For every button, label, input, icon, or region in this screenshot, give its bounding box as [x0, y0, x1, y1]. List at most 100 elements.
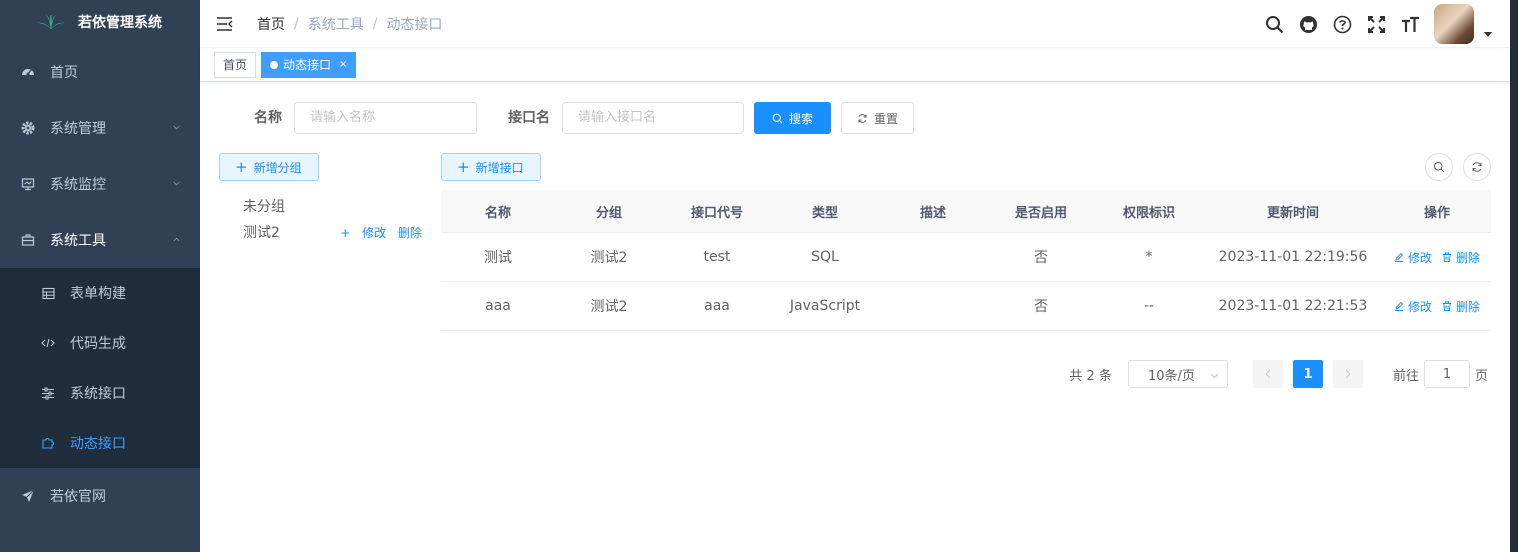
- table-row[interactable]: aaa 测试2 aaa JavaScript 否 -- 2023-11-01 2…: [441, 282, 1491, 331]
- name-input[interactable]: 请输入名称: [294, 102, 477, 134]
- sidebar-item-label: 系统管理: [50, 121, 106, 137]
- caret-down-icon[interactable]: [1484, 31, 1492, 37]
- cell-permission: *: [1145, 249, 1153, 265]
- api-name-input[interactable]: 请输入接口名: [562, 102, 744, 134]
- cell-description: [879, 282, 987, 330]
- tree-node-test2[interactable]: 测试2 + 修改 删除: [243, 220, 428, 246]
- search-button-label: 搜索: [788, 111, 813, 126]
- sidebar-item-system-api[interactable]: 系统接口: [0, 368, 200, 418]
- tag-dynamic-api[interactable]: 动态接口 ×: [261, 52, 357, 78]
- delete-button[interactable]: 删除: [1442, 249, 1480, 266]
- search-form: 名称 请输入名称 接口名 请输入接口名 搜索 重置: [200, 102, 1510, 134]
- breadcrumb-home[interactable]: 首页: [257, 14, 285, 34]
- refresh-button[interactable]: [1463, 153, 1491, 181]
- plus-icon: +: [235, 157, 248, 176]
- edit-button[interactable]: 修改: [1394, 249, 1432, 266]
- font-size-icon[interactable]: [1400, 14, 1420, 34]
- tags-view: 首页 动态接口 ×: [200, 49, 1510, 82]
- sidebar-item-system[interactable]: 系统管理: [0, 100, 200, 156]
- cell-actions: 修改 删除: [1383, 233, 1491, 281]
- form-icon: [40, 285, 56, 301]
- code-icon: [40, 335, 56, 351]
- sidebar-item-form-builder[interactable]: 表单构建: [0, 268, 200, 318]
- sidebar: 若依管理系统 首页 系统管理 系统监控 系统工具 表单构建 代码生成 系统接口 …: [0, 0, 200, 552]
- breadcrumb-current: 动态接口: [386, 16, 443, 33]
- refresh-icon: [857, 113, 868, 124]
- cell-name: aaa: [485, 298, 511, 314]
- logo-icon: [37, 14, 65, 29]
- breadcrumb: 首页 / 系统工具 / 动态接口: [257, 14, 442, 34]
- sidebar-item-website[interactable]: 若依官网: [0, 468, 200, 524]
- monitor-icon: [20, 176, 36, 192]
- help-icon[interactable]: [1332, 14, 1352, 34]
- cell-code: test: [703, 249, 731, 265]
- edit-group-button[interactable]: 修改: [362, 226, 386, 240]
- edit-button[interactable]: 修改: [1394, 298, 1432, 315]
- search-icon[interactable]: [1264, 14, 1284, 34]
- edit-icon: [1394, 301, 1404, 311]
- breadcrumb-separator: /: [294, 15, 299, 32]
- tag-home[interactable]: 首页: [214, 52, 257, 78]
- tree-node-label: 测试2: [243, 225, 280, 241]
- delete-label: 删除: [1456, 250, 1481, 265]
- search-button[interactable]: 搜索: [754, 102, 831, 134]
- delete-group-button[interactable]: 删除: [398, 226, 422, 240]
- github-icon[interactable]: [1298, 14, 1318, 34]
- tag-label: 首页: [223, 58, 248, 72]
- breadcrumb-separator: /: [372, 15, 378, 32]
- goto-label: 前往: [1392, 368, 1419, 384]
- navbar: 首页 / 系统工具 / 动态接口: [200, 0, 1510, 48]
- pagination-total: 共 2 条: [1069, 368, 1112, 384]
- breadcrumb-tools: 系统工具: [307, 16, 364, 33]
- page-button-current[interactable]: 1: [1292, 360, 1323, 388]
- page-size-value: 10条/页: [1147, 368, 1195, 384]
- close-icon[interactable]: ×: [339, 53, 347, 77]
- tree-node-ungrouped[interactable]: 未分组: [243, 194, 428, 220]
- reset-button[interactable]: 重置: [841, 102, 914, 134]
- cell-updated-time: 2023-11-01 22:21:53: [1218, 298, 1368, 314]
- sidebar-item-home[interactable]: 首页: [0, 44, 200, 100]
- add-api-label: 新增接口: [475, 160, 524, 175]
- sidebar-item-label: 代码生成: [70, 336, 126, 352]
- prev-page-button[interactable]: [1252, 360, 1283, 388]
- column-header: 描述: [919, 205, 946, 221]
- delete-button[interactable]: 删除: [1442, 298, 1480, 315]
- page-jumper: 前往 1 页: [1393, 360, 1488, 388]
- delete-label: 删除: [1456, 299, 1481, 314]
- reset-button-label: 重置: [873, 111, 898, 126]
- search-icon: [1433, 161, 1445, 173]
- column-header: 分组: [595, 205, 622, 221]
- tag-label: 动态接口: [283, 58, 332, 72]
- logo[interactable]: 若依管理系统: [0, 0, 200, 44]
- sidebar-item-codegen[interactable]: 代码生成: [0, 318, 200, 368]
- add-child-button[interactable]: +: [340, 226, 350, 240]
- app-title: 若依管理系统: [78, 15, 162, 31]
- cell-updated-time: 2023-11-01 22:19:56: [1218, 249, 1368, 265]
- refresh-icon: [1472, 162, 1482, 172]
- gear-icon: [20, 120, 36, 136]
- cell-type: JavaScript: [789, 298, 861, 314]
- toggle-search-button[interactable]: [1425, 153, 1453, 181]
- sidebar-item-label: 系统监控: [50, 177, 106, 193]
- sidebar-item-tools[interactable]: 系统工具: [0, 212, 200, 268]
- chevron-left-icon: [1265, 369, 1271, 379]
- add-api-button[interactable]: + 新增接口: [441, 153, 541, 181]
- api-table: 名称 分组 接口代号 类型 描述 是否启用 权限标识 更新时间 操作 测试 测试…: [441, 190, 1491, 331]
- hamburger-icon[interactable]: [216, 16, 233, 32]
- fullscreen-icon[interactable]: [1366, 14, 1386, 34]
- page-size-select[interactable]: 10条/页: [1127, 360, 1228, 388]
- table-row[interactable]: 测试 测试2 test SQL 否 * 2023-11-01 22:19:56 …: [441, 233, 1491, 282]
- goto-page-input[interactable]: 1: [1423, 360, 1470, 388]
- edit-icon: [1394, 252, 1404, 262]
- sidebar-item-label: 表单构建: [70, 286, 126, 302]
- add-group-button[interactable]: + 新增分组: [219, 153, 319, 181]
- next-page-button[interactable]: [1332, 360, 1363, 388]
- avatar[interactable]: [1434, 4, 1474, 44]
- sidebar-item-dynamic-api[interactable]: 动态接口: [0, 418, 200, 468]
- submenu-tools: 表单构建 代码生成 系统接口 动态接口: [0, 268, 200, 468]
- column-header: 更新时间: [1266, 205, 1319, 221]
- cell-enabled: 否: [1034, 250, 1048, 266]
- api-name-label: 接口名: [508, 110, 550, 126]
- column-header: 操作: [1423, 205, 1450, 221]
- sidebar-item-monitor[interactable]: 系统监控: [0, 156, 200, 212]
